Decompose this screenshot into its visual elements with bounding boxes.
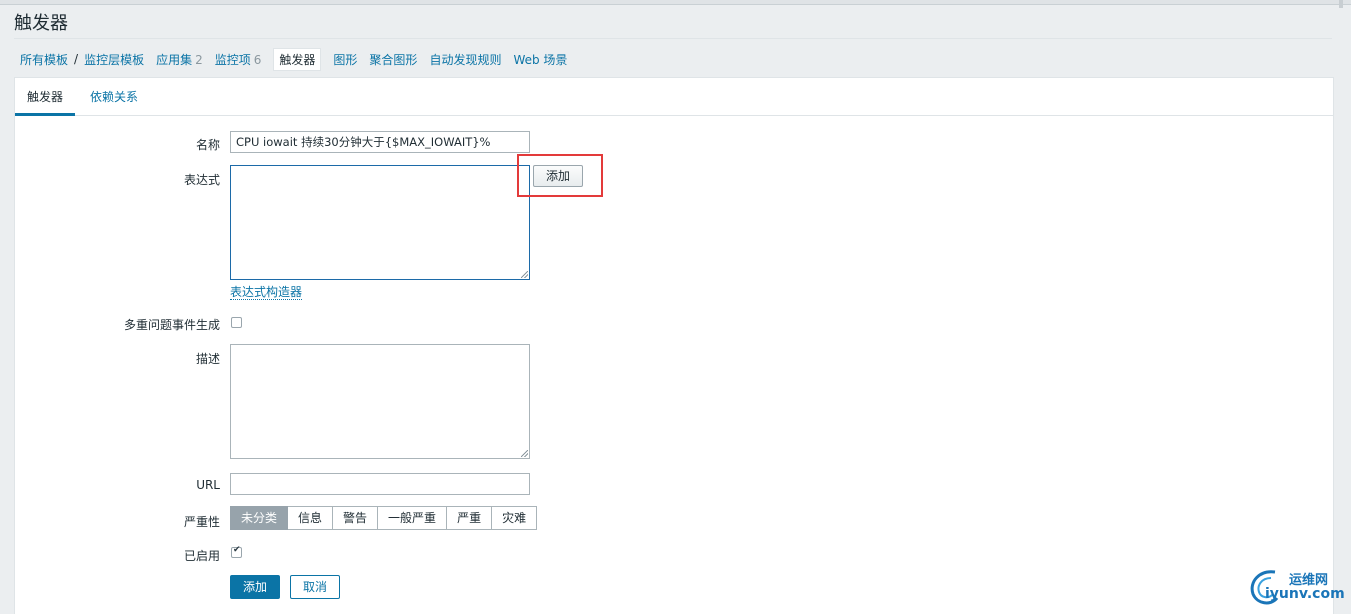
nav-applications[interactable]: 应用集 2 <box>156 51 203 68</box>
severity-label: 严重性 <box>183 515 220 529</box>
watermark-url: iyunv.com <box>1265 586 1345 602</box>
nav-triggers[interactable]: 触发器 <box>273 47 322 71</box>
severity-option[interactable]: 警告 <box>333 506 379 530</box>
divider <box>14 38 1332 39</box>
form-panel: 触发器 依赖关系 名称 CPU iowait 持续30分钟大于{$MAX_IOW… <box>14 77 1334 614</box>
tab-trigger[interactable]: 触发器 <box>15 78 76 116</box>
nav-screens[interactable]: 聚合图形 <box>369 51 417 68</box>
url-input[interactable] <box>230 473 530 495</box>
severity-option[interactable]: 灾难 <box>492 506 538 530</box>
page-title: 触发器 <box>14 13 68 34</box>
breadcrumb-all-templates[interactable]: 所有模板 <box>20 51 68 68</box>
expression-textarea[interactable] <box>230 165 530 280</box>
severity-option[interactable]: 未分类 <box>230 506 289 530</box>
submit-add-button[interactable]: 添加 <box>230 575 280 599</box>
severity-option[interactable]: 信息 <box>288 506 334 530</box>
multiple-events-checkbox[interactable] <box>231 317 242 328</box>
nav-applications-label: 应用集 <box>156 52 193 67</box>
breadcrumb-template[interactable]: 监控层模板 <box>84 51 144 68</box>
nav-web[interactable]: Web 场景 <box>513 51 567 68</box>
cancel-button[interactable]: 取消 <box>290 575 340 599</box>
resize-handle-icon[interactable] <box>521 271 528 278</box>
breadcrumb: 所有模板 / 监控层模板 应用集 2 监控项 6 触发器 图形 聚合图形 自动发现规… <box>14 47 573 71</box>
url-label: URL <box>196 478 220 492</box>
severity-option[interactable]: 一般严重 <box>378 506 448 530</box>
tab-bar: 触发器 依赖关系 <box>15 78 1333 116</box>
breadcrumb-separator: / <box>74 52 79 66</box>
expression-label: 表达式 <box>183 173 220 187</box>
nav-items[interactable]: 监控项 6 <box>215 51 262 68</box>
nav-items-label: 监控项 <box>214 52 251 67</box>
nav-applications-count: 2 <box>195 52 203 67</box>
name-input[interactable]: CPU iowait 持续30分钟大于{$MAX_IOWAIT}% <box>230 131 530 153</box>
enabled-checkbox[interactable] <box>231 545 242 558</box>
watermark-logo: 运维网 iyunv.com <box>1245 566 1349 610</box>
tab-dependencies[interactable]: 依赖关系 <box>78 78 150 113</box>
resize-handle-icon[interactable] <box>521 450 528 457</box>
severity-selector: 未分类 信息 警告 一般严重 严重 灾难 <box>230 506 538 530</box>
multiple-events-label: 多重问题事件生成 <box>123 318 220 332</box>
scrollbar[interactable] <box>1339 0 1343 8</box>
expression-builder-link[interactable]: 表达式构造器 <box>230 285 303 300</box>
enabled-label: 已启用 <box>183 549 220 563</box>
nav-items-count: 6 <box>253 52 262 67</box>
name-label: 名称 <box>195 138 220 152</box>
top-border <box>0 0 1351 5</box>
nav-graphs[interactable]: 图形 <box>333 51 357 68</box>
description-textarea[interactable] <box>230 344 530 459</box>
severity-option[interactable]: 严重 <box>447 506 493 530</box>
nav-discovery[interactable]: 自动发现规则 <box>429 51 501 68</box>
description-label: 描述 <box>195 352 220 366</box>
expression-add-button[interactable]: 添加 <box>533 165 583 187</box>
